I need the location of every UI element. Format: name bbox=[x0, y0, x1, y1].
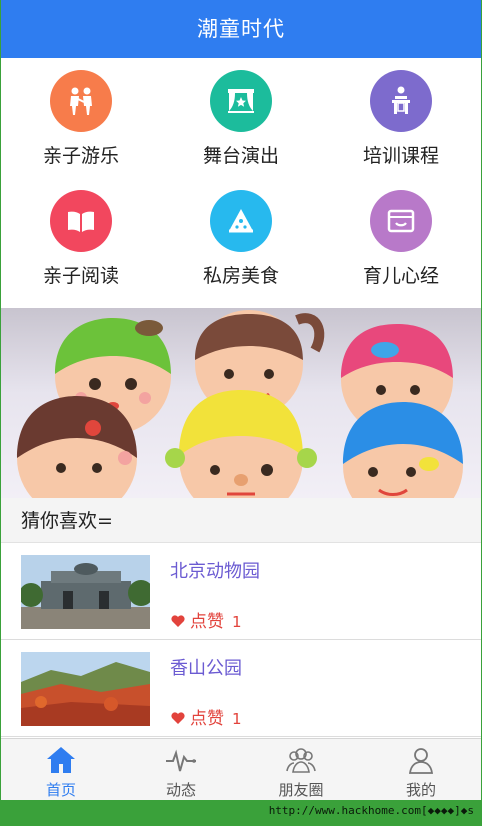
like-count: 1 bbox=[232, 613, 242, 631]
like-button[interactable]: 点赞 1 bbox=[170, 607, 242, 632]
tab-label: 我的 bbox=[405, 781, 436, 799]
like-label: 点赞 bbox=[190, 612, 224, 632]
category-label: 育儿心经 bbox=[362, 265, 439, 287]
stage-icon bbox=[210, 70, 272, 132]
item-title: 北京动物园 bbox=[170, 561, 260, 582]
category-parent-reading[interactable]: 亲子阅读 bbox=[1, 178, 161, 298]
like-count: 1 bbox=[232, 710, 242, 728]
category-label: 培训课程 bbox=[362, 145, 439, 167]
home-icon bbox=[47, 747, 75, 773]
zoo-thumbnail bbox=[21, 555, 150, 629]
category-family-fun[interactable]: 亲子游乐 bbox=[1, 58, 161, 178]
park-thumbnail bbox=[21, 652, 150, 726]
category-grid: 亲子游乐 舞台演出 培训课程 亲子阅读 私房美食 育儿心经 bbox=[1, 58, 481, 308]
like-button[interactable]: 点赞 1 bbox=[170, 704, 242, 729]
item-title: 香山公园 bbox=[170, 658, 242, 679]
heart-icon bbox=[171, 615, 185, 627]
bottom-tab-bar: 首页 动态 朋友圈 我的 bbox=[1, 738, 481, 800]
friends-icon bbox=[286, 748, 316, 773]
teacher-icon bbox=[370, 70, 432, 132]
tab-home[interactable]: 首页 bbox=[1, 739, 121, 800]
app-header: 潮童时代 bbox=[1, 0, 481, 58]
category-parenting-tips[interactable]: 育儿心经 bbox=[321, 178, 481, 298]
category-stage-show[interactable]: 舞台演出 bbox=[161, 58, 321, 178]
app-title: 潮童时代 bbox=[197, 17, 285, 41]
family-icon bbox=[50, 70, 112, 132]
pizza-icon bbox=[210, 190, 272, 252]
list-item[interactable]: 北京动物园 点赞 1 bbox=[1, 543, 481, 640]
promo-banner[interactable] bbox=[1, 308, 481, 498]
watermark-text: http://www.hackhome.com[◆◆◆◆]◆s bbox=[268, 804, 474, 817]
clay-dolls-illustration bbox=[17, 310, 463, 498]
tab-activity[interactable]: 动态 bbox=[121, 739, 241, 800]
recommendations-header: 猜你喜欢= bbox=[1, 498, 481, 543]
tab-friends[interactable]: 朋友圈 bbox=[241, 739, 361, 800]
book-icon bbox=[50, 190, 112, 252]
user-icon bbox=[408, 748, 434, 774]
category-private-food[interactable]: 私房美食 bbox=[161, 178, 321, 298]
inbox-icon bbox=[370, 190, 432, 252]
tab-label: 动态 bbox=[165, 781, 196, 799]
category-training-course[interactable]: 培训课程 bbox=[321, 58, 481, 178]
category-label: 舞台演出 bbox=[202, 145, 279, 167]
tab-profile[interactable]: 我的 bbox=[361, 739, 481, 800]
app-screen: 潮童时代 亲子游乐 舞台演出 培训课程 亲子阅读 私房美食 育儿心经 猜你喜欢=… bbox=[1, 0, 481, 800]
tab-label: 朋友圈 bbox=[278, 781, 324, 799]
pulse-icon bbox=[166, 749, 196, 772]
section-title: 猜你喜欢= bbox=[21, 510, 113, 532]
list-item[interactable]: 香山公园 点赞 1 bbox=[1, 640, 481, 737]
tab-label: 首页 bbox=[45, 781, 76, 799]
category-label: 亲子游乐 bbox=[42, 145, 119, 167]
like-label: 点赞 bbox=[190, 709, 224, 729]
category-label: 亲子阅读 bbox=[42, 265, 119, 287]
heart-icon bbox=[171, 712, 185, 724]
category-label: 私房美食 bbox=[202, 265, 279, 287]
